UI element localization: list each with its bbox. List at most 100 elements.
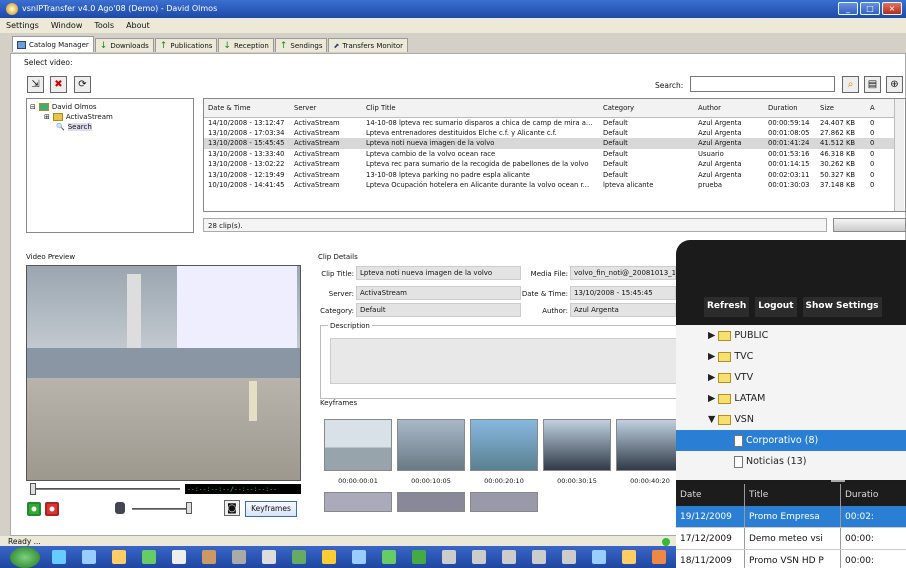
col-server[interactable]: Server [290,99,362,118]
table-scrollbar[interactable] [894,99,904,211]
keyframe-thumb[interactable] [543,419,611,471]
mobile-table-row[interactable]: 17/12/2009 Demo meteo vsi 00:00: [676,528,906,550]
taskbar-app-icon[interactable] [472,550,486,564]
keyframe-thumb[interactable] [397,419,465,471]
menu-settings[interactable]: Settings [6,21,39,33]
keyframe-thumb[interactable] [470,419,538,471]
play-button[interactable] [27,502,41,516]
stop-button[interactable] [45,502,59,516]
table-row[interactable]: 13/10/2008 - 17:03:34 ActivaStream Lpteva … [204,128,894,139]
seek-knob[interactable] [30,483,36,495]
delete-clip-button[interactable]: ✖ [50,76,67,93]
taskbar-app-icon[interactable] [412,550,426,564]
col-size[interactable]: Size [816,99,866,118]
taskbar-app-icon[interactable] [622,550,636,564]
advanced-search-button[interactable]: ⊕ [886,76,903,93]
taskbar-app-icon[interactable] [442,550,456,564]
taskbar-app-icon[interactable] [112,550,126,564]
snapshot-button[interactable]: ◙ [224,500,240,516]
clear-search-button[interactable]: ▤ [864,76,881,93]
maximize-button[interactable]: □ [860,2,880,15]
tab-sendings[interactable]: ↑ Sendings [274,38,328,52]
add-clip-button[interactable]: ⇲ [27,76,44,93]
keyframe-thumb[interactable] [324,492,392,512]
logout-button[interactable]: Logout [755,297,797,317]
table-cell: 13-10-08 lpteva parking no padre espla a… [366,170,530,179]
folder-tvc[interactable]: ▶ TVC [676,346,906,367]
col-a[interactable]: A [866,99,894,118]
taskbar-app-icon[interactable] [202,550,216,564]
minimize-button[interactable]: _ [838,2,858,15]
tree-item-activastream[interactable]: ⊞ ActivaStream [30,112,190,122]
col-duration[interactable]: Duration [764,99,816,118]
taskbar-app-icon[interactable] [322,550,336,564]
taskbar-app-icon[interactable] [82,550,96,564]
tree-root[interactable]: ⊟ David Olmos [30,102,190,112]
taskbar-app-icon[interactable] [172,550,186,564]
folder-icon [718,330,732,341]
search-button[interactable]: ⌕ [842,76,859,93]
taskbar-app-icon[interactable] [52,550,66,564]
menu-window[interactable]: Window [51,21,83,33]
taskbar-app-icon[interactable] [562,550,576,564]
mobile-table-row[interactable]: 18/11/2009 Promo VSN HD P 00:00: [676,550,906,568]
col-date[interactable]: Date & Time [204,99,290,118]
col-title[interactable]: Title [744,484,840,506]
taskbar-app-icon[interactable] [142,550,156,564]
search-input[interactable] [690,76,835,92]
table-row[interactable]: 13/10/2008 - 12:19:49 ActivaStream 13-10-0… [204,170,894,181]
taskbar-app-icon[interactable] [592,550,606,564]
volume-knob[interactable] [186,502,192,514]
keyframe-thumb[interactable] [324,419,392,471]
tab-reception[interactable]: ↓ Reception [218,38,274,52]
taskbar-app-icon[interactable] [382,550,396,564]
col-category[interactable]: Category [599,99,694,118]
table-row[interactable]: 13/10/2008 - 15:45:45 ActivaStream Lpteva … [204,138,894,149]
taskbar-app-icon[interactable] [502,550,516,564]
col-date[interactable]: Date [676,484,744,506]
keyframe-thumb[interactable] [470,492,538,512]
folder-public[interactable]: ▶ PUBLIC [676,325,906,346]
folder-vsn[interactable]: ▼ VSN [676,409,906,430]
keyframe-thumb[interactable] [397,492,465,512]
menu-tools[interactable]: Tools [94,21,114,33]
volume-slider[interactable] [132,508,192,510]
table-row[interactable]: 13/10/2008 - 13:02:22 ActivaStream Lpteva … [204,159,894,170]
table-row[interactable]: 10/10/2008 - 14:41:45 ActivaStream Lpteva … [204,180,894,191]
keyframe-thumb[interactable] [616,419,684,471]
taskbar-app-icon[interactable] [532,550,546,564]
media-file-label: Media File: [530,270,568,278]
taskbar-app-icon[interactable] [352,550,366,564]
col-duration[interactable]: Duratio [840,484,906,506]
table-row[interactable]: 14/10/2008 - 13:12:47 ActivaStream 14-10-0… [204,117,894,128]
menu-about[interactable]: About [126,21,150,33]
refresh-button[interactable]: ⟳ [74,76,91,93]
drag-handle[interactable] [831,480,845,482]
refresh-button[interactable]: Refresh [704,297,750,317]
tab-publications[interactable]: ↑ Publications [154,38,218,52]
taskbar-app-icon[interactable] [232,550,246,564]
table-row[interactable]: 13/10/2008 - 13:33:40 ActivaStream Lpteva … [204,149,894,160]
description-input[interactable] [330,338,680,384]
start-button[interactable] [10,547,40,568]
taskbar-app-icon[interactable] [262,550,276,564]
keyframes-button[interactable]: Keyframes [245,501,297,517]
folder-latam[interactable]: ▶ LATAM [676,388,906,409]
tree-item-search[interactable]: 🔍 Search [30,122,190,132]
folder-vtv[interactable]: ▶ VTV [676,367,906,388]
mobile-table-row[interactable]: 19/12/2009 Promo Empresa 00:02: [676,506,906,528]
taskbar-app-icon[interactable] [652,550,666,564]
tab-transfers-monitor[interactable]: ⬈ Transfers Monitor [328,38,408,52]
close-button[interactable]: × [882,2,902,15]
show-settings-button[interactable]: Show Settings [802,297,882,317]
col-clip-title[interactable]: Clip Title [362,99,599,118]
tab-downloads[interactable]: ↓ Downloads [94,38,154,52]
col-author[interactable]: Author [694,99,764,118]
tab-catalog-manager[interactable]: Catalog Manager [12,36,94,52]
table-cell: 0 [870,170,875,179]
load-more-button[interactable] [833,218,906,232]
folder-noticias[interactable]: Noticias (13) [676,451,906,472]
seek-bar[interactable] [30,488,180,490]
folder-corporativo[interactable]: Corporativo (8) [676,430,906,451]
taskbar-app-icon[interactable] [292,550,306,564]
